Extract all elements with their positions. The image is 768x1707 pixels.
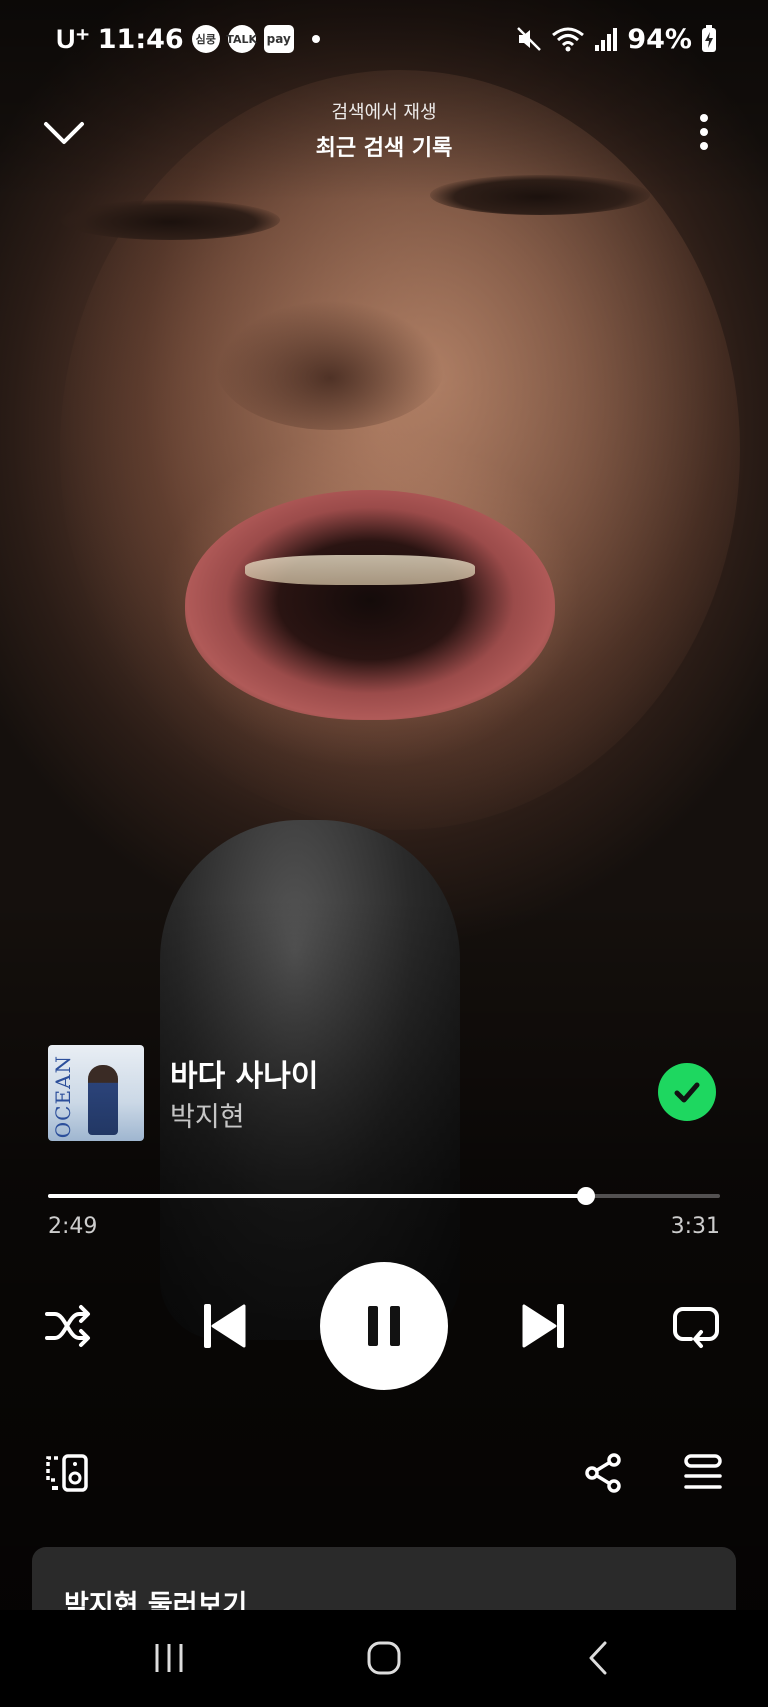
status-right: 94% bbox=[515, 24, 718, 55]
pause-button[interactable] bbox=[320, 1262, 448, 1390]
context-title: 최근 검색 기록 bbox=[315, 136, 453, 161]
collapse-player-button[interactable] bbox=[36, 104, 92, 160]
album-art-title: OCEAN bbox=[51, 1055, 75, 1139]
notification-badge-talk: TALK bbox=[226, 25, 257, 53]
clock: 11:46 bbox=[97, 23, 184, 55]
carrier-label: U⁺ bbox=[56, 23, 90, 54]
status-left: U⁺ 11:46 심쿵 TALK pay bbox=[56, 24, 320, 55]
progress-fill bbox=[48, 1194, 587, 1198]
status-bar: U⁺ 11:46 심쿵 TALK pay 94% bbox=[0, 0, 768, 78]
progress-bar[interactable] bbox=[48, 1187, 720, 1205]
context-label: 검색에서 재생 bbox=[331, 102, 437, 123]
elapsed-time: 2:49 bbox=[48, 1214, 98, 1239]
album-art[interactable]: OCEAN bbox=[48, 1045, 144, 1141]
more-notifications-dot bbox=[311, 35, 320, 43]
canvas-nose bbox=[215, 300, 445, 430]
repeat-icon bbox=[673, 1307, 719, 1348]
share-button[interactable] bbox=[580, 1450, 628, 1498]
secondary-actions bbox=[44, 1450, 724, 1500]
previous-button[interactable] bbox=[190, 1292, 258, 1360]
track-info: OCEAN 바다 사나이 박지현 bbox=[48, 1045, 720, 1141]
pause-icon bbox=[368, 1306, 400, 1346]
wifi-icon bbox=[552, 27, 585, 52]
recent-apps-icon bbox=[155, 1644, 183, 1672]
next-icon bbox=[522, 1304, 564, 1348]
canvas-eye-left bbox=[60, 200, 280, 240]
recent-apps-button[interactable] bbox=[134, 1630, 204, 1686]
battery-percent: 94% bbox=[627, 23, 692, 55]
back-icon bbox=[589, 1641, 607, 1675]
more-options-button[interactable] bbox=[680, 104, 728, 160]
battery-charging-icon bbox=[702, 25, 716, 52]
home-button[interactable] bbox=[349, 1630, 419, 1686]
queue-button[interactable] bbox=[680, 1450, 728, 1498]
track-title[interactable]: 바다 사나이 bbox=[170, 1051, 318, 1095]
back-button[interactable] bbox=[564, 1630, 634, 1686]
check-icon bbox=[674, 1082, 700, 1103]
player-header: 검색에서 재생 최근 검색 기록 bbox=[0, 92, 768, 172]
notification-badge-simkung: 심쿵 bbox=[191, 25, 220, 53]
signal-icon bbox=[595, 28, 618, 51]
system-navigation-bar bbox=[0, 1610, 768, 1707]
notification-badge-pay: pay bbox=[263, 25, 294, 53]
chevron-down-icon bbox=[44, 122, 84, 144]
playback-progress: 2:49 3:31 bbox=[48, 1184, 720, 1244]
next-button[interactable] bbox=[510, 1292, 578, 1360]
canvas-teeth bbox=[245, 555, 475, 585]
shuffle-button[interactable] bbox=[40, 1300, 96, 1352]
queue-icon bbox=[684, 1454, 722, 1489]
shuffle-icon bbox=[45, 1305, 90, 1347]
album-art-figure bbox=[88, 1065, 118, 1135]
previous-icon bbox=[204, 1304, 246, 1348]
track-artist[interactable]: 박지현 bbox=[170, 1095, 245, 1134]
now-playing-screen: U⁺ 11:46 심쿵 TALK pay 94% 검색에서 재생 최근 검색 기… bbox=[0, 0, 768, 1707]
playback-controls bbox=[40, 1262, 728, 1390]
bottom-shade bbox=[0, 900, 768, 1610]
total-time: 3:31 bbox=[670, 1214, 720, 1239]
devices-icon bbox=[46, 1454, 88, 1492]
playing-context[interactable]: 검색에서 재생 최근 검색 기록 bbox=[200, 98, 568, 162]
repeat-button[interactable] bbox=[668, 1300, 724, 1352]
home-icon bbox=[367, 1641, 401, 1675]
more-vertical-icon bbox=[700, 114, 708, 150]
mute-icon bbox=[517, 27, 542, 51]
share-icon bbox=[585, 1453, 621, 1493]
progress-thumb[interactable] bbox=[577, 1187, 596, 1205]
connect-devices-button[interactable] bbox=[44, 1450, 92, 1498]
liked-button[interactable] bbox=[658, 1063, 716, 1121]
canvas-mouth bbox=[185, 490, 555, 720]
